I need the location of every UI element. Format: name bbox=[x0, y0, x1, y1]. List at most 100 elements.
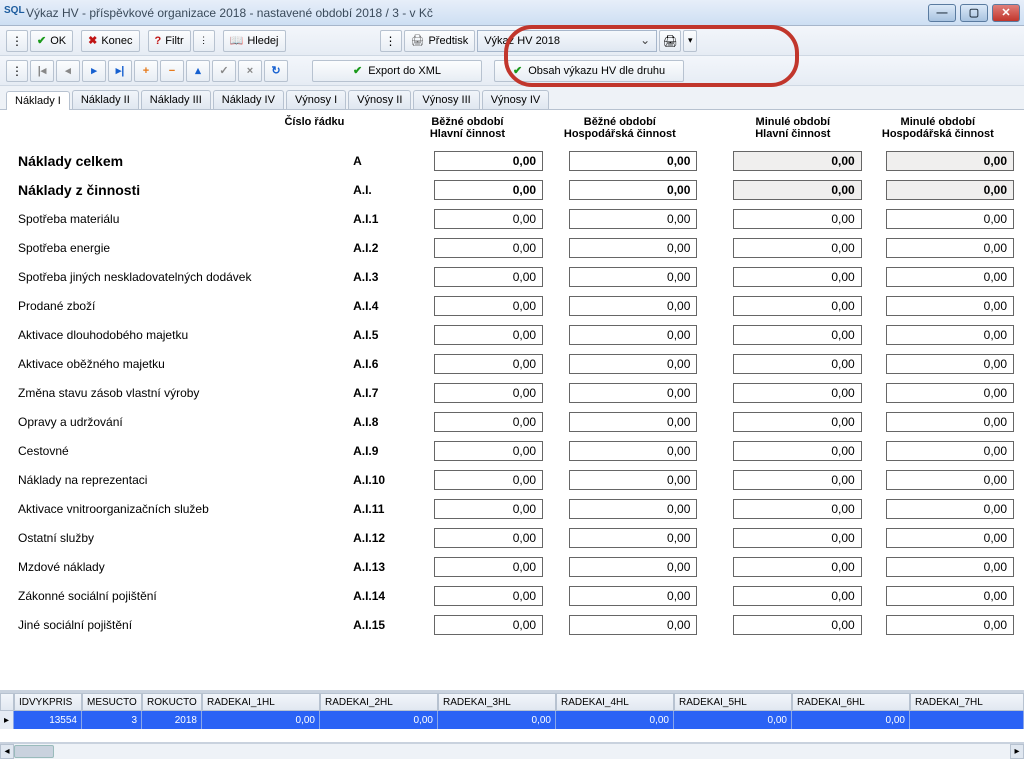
cell-minule-hlavni[interactable]: 0,00 bbox=[733, 267, 861, 287]
nav-cancel[interactable]: × bbox=[238, 60, 262, 82]
cell-minule-hlavni[interactable]: 0,00 bbox=[733, 180, 861, 200]
grid-h9[interactable]: RADEKAI_7HL bbox=[910, 693, 1024, 711]
cell-minule-hlavni[interactable]: 0,00 bbox=[733, 296, 861, 316]
cell-minule-hosp[interactable]: 0,00 bbox=[886, 325, 1014, 345]
window-close[interactable]: ✕ bbox=[992, 4, 1020, 22]
cell-bezne-hlavni[interactable]: 0,00 bbox=[434, 499, 543, 519]
cell-bezne-hosp[interactable]: 0,00 bbox=[569, 180, 697, 200]
nav-edit[interactable]: ▴ bbox=[186, 60, 210, 82]
nav-delete[interactable]: − bbox=[160, 60, 184, 82]
grid-h8[interactable]: RADEKAI_6HL bbox=[792, 693, 910, 711]
cell-minule-hlavni[interactable]: 0,00 bbox=[733, 441, 861, 461]
filtr-menu[interactable]: ⋮ bbox=[193, 30, 215, 52]
cell-minule-hlavni[interactable]: 0,00 bbox=[733, 383, 861, 403]
hledej-button[interactable]: 📖Hledej bbox=[223, 30, 286, 52]
tab-naklady-1[interactable]: Náklady I bbox=[6, 91, 70, 110]
window-minimize[interactable]: — bbox=[928, 4, 956, 22]
cell-bezne-hlavni[interactable]: 0,00 bbox=[434, 354, 543, 374]
print-menu[interactable]: ▾ bbox=[683, 30, 697, 52]
cell-bezne-hlavni[interactable]: 0,00 bbox=[434, 528, 543, 548]
cell-minule-hlavni[interactable]: 0,00 bbox=[733, 325, 861, 345]
cell-minule-hlavni[interactable]: 0,00 bbox=[733, 528, 861, 548]
cell-minule-hlavni[interactable]: 0,00 bbox=[733, 586, 861, 606]
cell-minule-hosp[interactable]: 0,00 bbox=[886, 470, 1014, 490]
nav-first[interactable]: |◂ bbox=[30, 60, 54, 82]
cell-minule-hlavni[interactable]: 0,00 bbox=[733, 499, 861, 519]
cell-bezne-hlavni[interactable]: 0,00 bbox=[434, 470, 543, 490]
cell-bezne-hosp[interactable]: 0,00 bbox=[569, 557, 697, 577]
cell-bezne-hosp[interactable]: 0,00 bbox=[569, 354, 697, 374]
cell-bezne-hlavni[interactable]: 0,00 bbox=[434, 383, 543, 403]
cell-minule-hosp[interactable]: 0,00 bbox=[886, 441, 1014, 461]
cell-bezne-hlavni[interactable]: 0,00 bbox=[434, 615, 543, 635]
grid-h1[interactable]: MESUCTO bbox=[82, 693, 142, 711]
tab-naklady-2[interactable]: Náklady II bbox=[72, 90, 139, 109]
cell-minule-hosp[interactable]: 0,00 bbox=[886, 180, 1014, 200]
cell-bezne-hlavni[interactable]: 0,00 bbox=[434, 180, 543, 200]
cell-bezne-hlavni[interactable]: 0,00 bbox=[434, 325, 543, 345]
grid-h5[interactable]: RADEKAI_3HL bbox=[438, 693, 556, 711]
grid-h4[interactable]: RADEKAI_2HL bbox=[320, 693, 438, 711]
cell-minule-hlavni[interactable]: 0,00 bbox=[733, 412, 861, 432]
cell-bezne-hosp[interactable]: 0,00 bbox=[569, 441, 697, 461]
nav-prev[interactable]: ◂ bbox=[56, 60, 80, 82]
filtr-button[interactable]: ?Filtr bbox=[148, 30, 191, 52]
cell-bezne-hlavni[interactable]: 0,00 bbox=[434, 557, 543, 577]
nav-refresh[interactable]: ↻ bbox=[264, 60, 288, 82]
cell-bezne-hlavni[interactable]: 0,00 bbox=[434, 238, 543, 258]
nav-next[interactable]: ▸ bbox=[82, 60, 106, 82]
cell-bezne-hlavni[interactable]: 0,00 bbox=[434, 151, 543, 171]
cell-bezne-hlavni[interactable]: 0,00 bbox=[434, 267, 543, 287]
ok-button[interactable]: ✔OK bbox=[30, 30, 73, 52]
cell-minule-hosp[interactable]: 0,00 bbox=[886, 354, 1014, 374]
predtisk-button[interactable]: 🖨Předtisk bbox=[404, 30, 476, 52]
window-maximize[interactable]: ▢ bbox=[960, 4, 988, 22]
cell-minule-hlavni[interactable]: 0,00 bbox=[733, 238, 861, 258]
tab-vynosy-4[interactable]: Výnosy IV bbox=[482, 90, 550, 109]
cell-minule-hosp[interactable]: 0,00 bbox=[886, 151, 1014, 171]
cell-minule-hosp[interactable]: 0,00 bbox=[886, 499, 1014, 519]
cell-bezne-hosp[interactable]: 0,00 bbox=[569, 586, 697, 606]
cell-minule-hosp[interactable]: 0,00 bbox=[886, 615, 1014, 635]
cell-bezne-hosp[interactable]: 0,00 bbox=[569, 325, 697, 345]
tab-vynosy-1[interactable]: Výnosy I bbox=[286, 90, 346, 109]
grid-corner[interactable] bbox=[0, 693, 14, 711]
cell-minule-hosp[interactable]: 0,00 bbox=[886, 383, 1014, 403]
cell-bezne-hosp[interactable]: 0,00 bbox=[569, 412, 697, 432]
cell-bezne-hosp[interactable]: 0,00 bbox=[569, 528, 697, 548]
cell-bezne-hlavni[interactable]: 0,00 bbox=[434, 296, 543, 316]
nav-last[interactable]: ▸| bbox=[108, 60, 132, 82]
cell-bezne-hosp[interactable]: 0,00 bbox=[569, 470, 697, 490]
grid-h2[interactable]: ROKUCTO bbox=[142, 693, 202, 711]
vykaz-combo[interactable]: Výkaz HV 2018 bbox=[477, 30, 657, 52]
grid-row[interactable]: ▸ 13554 3 2018 0,00 0,00 0,00 0,00 0,00 … bbox=[0, 711, 1024, 729]
cell-bezne-hosp[interactable]: 0,00 bbox=[569, 238, 697, 258]
print-icon-button[interactable]: 🖨 bbox=[659, 30, 681, 52]
cell-minule-hosp[interactable]: 0,00 bbox=[886, 296, 1014, 316]
cell-bezne-hosp[interactable]: 0,00 bbox=[569, 267, 697, 287]
cell-bezne-hlavni[interactable]: 0,00 bbox=[434, 412, 543, 432]
cell-bezne-hosp[interactable]: 0,00 bbox=[569, 499, 697, 519]
scroll-left-icon[interactable]: ◂ bbox=[0, 744, 14, 759]
obsah-button[interactable]: ✔Obsah výkazu HV dle druhu bbox=[494, 60, 684, 82]
grid-h7[interactable]: RADEKAI_5HL bbox=[674, 693, 792, 711]
scroll-thumb[interactable] bbox=[14, 745, 54, 758]
scroll-right-icon[interactable]: ▸ bbox=[1010, 744, 1024, 759]
cell-bezne-hlavni[interactable]: 0,00 bbox=[434, 441, 543, 461]
cell-minule-hlavni[interactable]: 0,00 bbox=[733, 470, 861, 490]
nav-add[interactable]: + bbox=[134, 60, 158, 82]
cell-minule-hosp[interactable]: 0,00 bbox=[886, 586, 1014, 606]
konec-button[interactable]: ✖Konec bbox=[81, 30, 139, 52]
cell-bezne-hosp[interactable]: 0,00 bbox=[569, 151, 697, 171]
grid-h6[interactable]: RADEKAI_4HL bbox=[556, 693, 674, 711]
cell-bezne-hosp[interactable]: 0,00 bbox=[569, 296, 697, 316]
cell-minule-hosp[interactable]: 0,00 bbox=[886, 267, 1014, 287]
cell-minule-hosp[interactable]: 0,00 bbox=[886, 528, 1014, 548]
cell-bezne-hosp[interactable]: 0,00 bbox=[569, 383, 697, 403]
cell-minule-hlavni[interactable]: 0,00 bbox=[733, 354, 861, 374]
cell-minule-hosp[interactable]: 0,00 bbox=[886, 557, 1014, 577]
cell-minule-hlavni[interactable]: 0,00 bbox=[733, 151, 861, 171]
cell-minule-hlavni[interactable]: 0,00 bbox=[733, 209, 861, 229]
tab-vynosy-3[interactable]: Výnosy III bbox=[413, 90, 479, 109]
cell-bezne-hlavni[interactable]: 0,00 bbox=[434, 586, 543, 606]
